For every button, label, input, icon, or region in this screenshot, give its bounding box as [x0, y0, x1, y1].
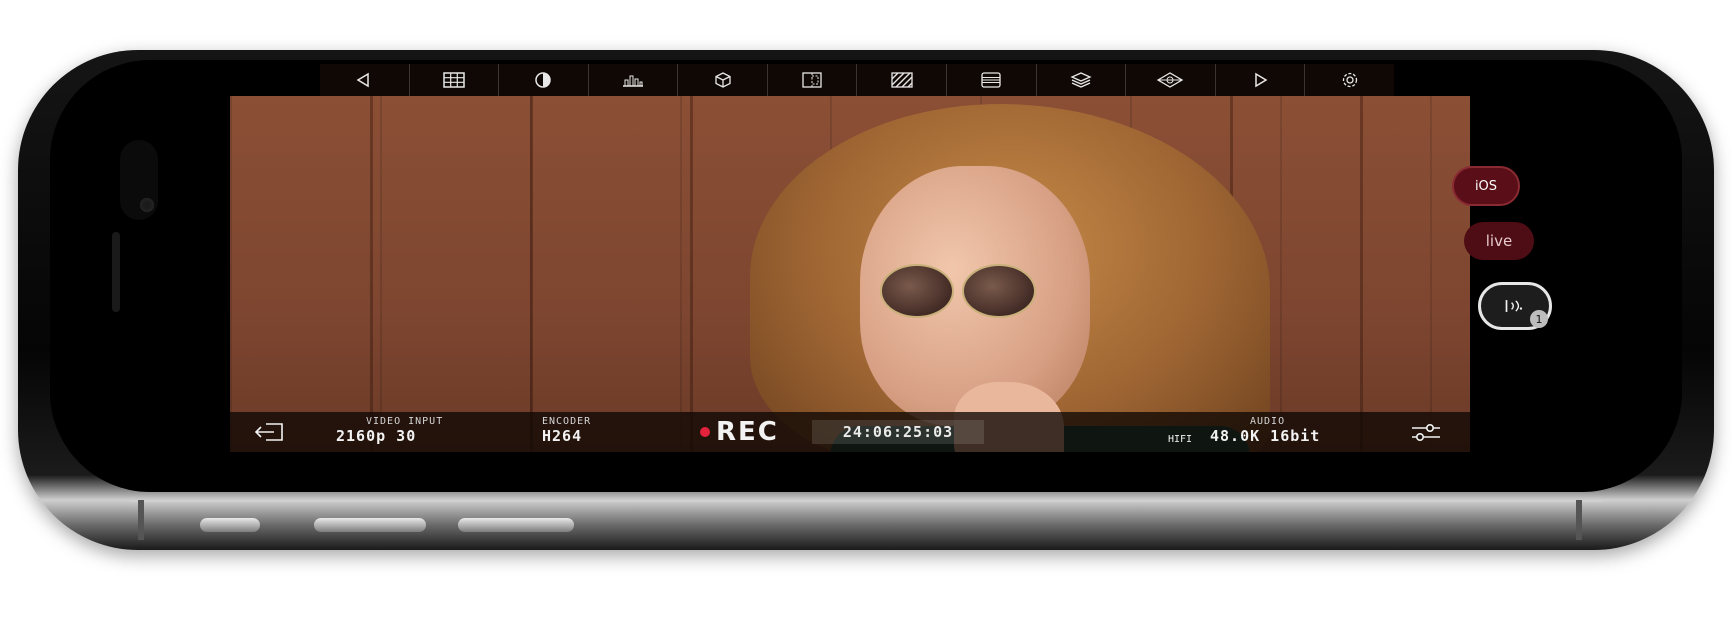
audio-value: 48.0K 16bit: [1210, 427, 1321, 445]
settings-gear-icon[interactable]: [1305, 64, 1394, 96]
audio-wave-icon: [1505, 300, 1523, 312]
focus-peaking-icon[interactable]: [1126, 64, 1216, 96]
tool-bar: [320, 64, 1394, 96]
cube-icon[interactable]: [678, 64, 768, 96]
record-label: REC: [716, 417, 779, 447]
encoder-label: ENCODER: [542, 416, 592, 427]
timecode-display: 24:06:25:03: [812, 420, 984, 444]
video-input-label: VIDEO INPUT: [366, 416, 444, 427]
sliders-icon[interactable]: [1406, 420, 1446, 444]
wood-plank-line: [530, 96, 533, 452]
status-bar: VIDEO INPUT 2160p 30 ENCODER H264 REC 24…: [230, 412, 1470, 452]
encoder-readout[interactable]: ENCODER H264: [542, 416, 591, 445]
audio-quality-label: HIFI: [1168, 434, 1193, 445]
prev-arrow-icon[interactable]: [320, 64, 410, 96]
video-input-readout[interactable]: VIDEO INPUT 2160p 30: [336, 416, 443, 445]
encoder-value: H264: [542, 427, 583, 445]
live-button[interactable]: live: [1464, 222, 1534, 260]
phone-band-highlight: [130, 500, 1602, 502]
audio-count-badge: 1: [1530, 310, 1548, 328]
zebra-icon[interactable]: [857, 64, 948, 96]
wood-plank-line: [690, 96, 693, 452]
histogram-icon[interactable]: [589, 64, 679, 96]
frame-guide-icon[interactable]: [768, 64, 858, 96]
audio-label: AUDIO: [1250, 416, 1286, 427]
contrast-icon[interactable]: [499, 64, 589, 96]
record-dot-icon: [700, 427, 710, 437]
exit-icon[interactable]: [252, 420, 288, 444]
sunglasses-lens-left: [880, 264, 954, 318]
front-camera: [140, 198, 154, 212]
grid-icon[interactable]: [410, 64, 500, 96]
ios-button[interactable]: iOS: [1452, 166, 1520, 206]
record-button[interactable]: REC: [700, 417, 779, 447]
wood-plank-line: [1360, 96, 1363, 452]
video-input-value: 2160p 30: [336, 427, 417, 445]
volume-down-button: [458, 518, 574, 532]
layers-icon[interactable]: [1037, 64, 1127, 96]
camera-viewfinder[interactable]: [230, 96, 1470, 452]
antenna-band-right: [1576, 500, 1582, 540]
wood-plank-line: [370, 96, 373, 452]
sunglasses-lens-right: [962, 264, 1036, 318]
audio-readout[interactable]: AUDIO 48.0K 16bit: [1210, 416, 1320, 445]
next-arrow-icon[interactable]: [1216, 64, 1306, 96]
antenna-band-left: [138, 500, 144, 540]
list-lines-icon[interactable]: [947, 64, 1037, 96]
earpiece-speaker: [112, 232, 120, 312]
mute-switch: [200, 518, 260, 532]
volume-up-button: [314, 518, 426, 532]
